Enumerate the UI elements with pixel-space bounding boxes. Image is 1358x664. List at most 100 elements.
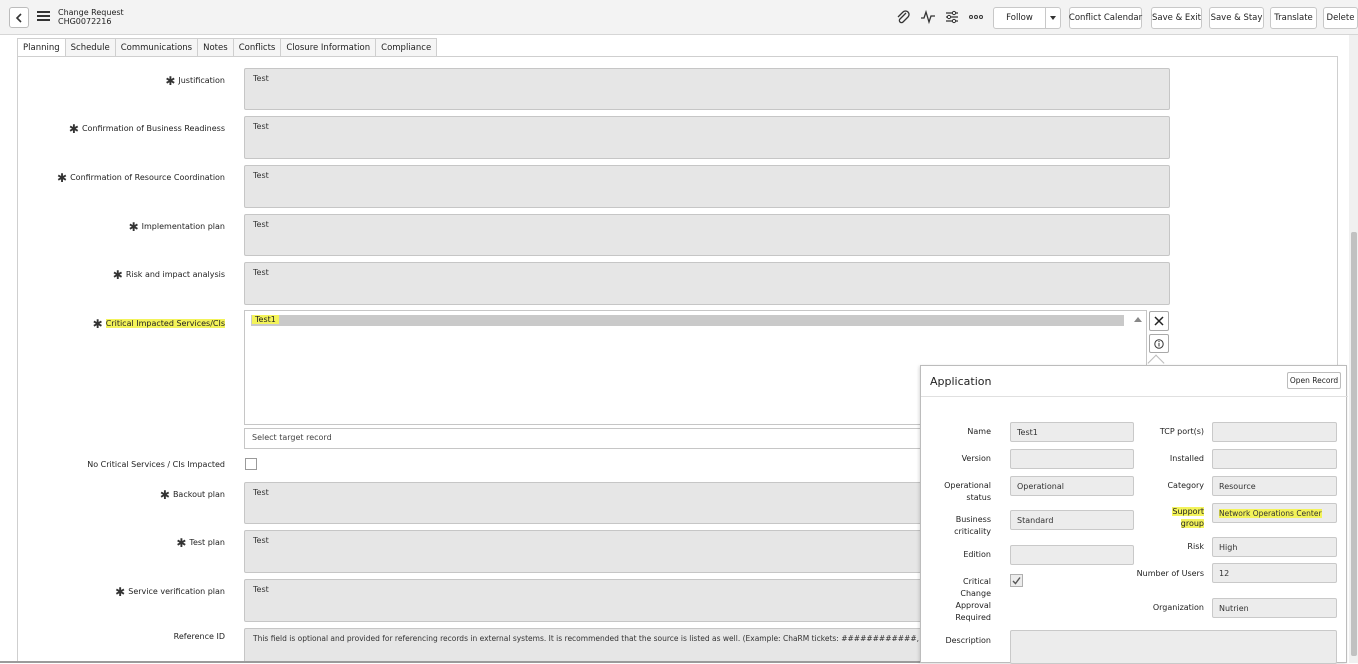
risk-impact-field[interactable]: Test: [244, 262, 1170, 305]
popup-divider: [921, 396, 1348, 397]
required-icon: ✱: [57, 171, 68, 185]
required-icon: ✱: [159, 488, 170, 502]
number-of-users-label: Number of Users: [1136, 569, 1204, 578]
record-type: Change Request: [58, 8, 124, 17]
save-exit-button[interactable]: Save & Exit: [1151, 7, 1202, 29]
required-icon: ✱: [112, 268, 123, 282]
operational-status-field: Operational: [1010, 476, 1134, 496]
service-verification-field[interactable]: Test: [244, 579, 924, 622]
conflict-calendar-button[interactable]: Conflict Calendar: [1069, 7, 1142, 29]
no-critical-checkbox[interactable]: [245, 458, 257, 470]
edition-field: [1010, 545, 1134, 565]
version-field: [1010, 449, 1134, 469]
paperclip-icon[interactable]: [895, 9, 911, 25]
application-preview-popup: Application Open Record Name Test1 Versi…: [920, 365, 1348, 664]
business-readiness-label: ✱ Confirmation of Business Readiness: [68, 122, 225, 136]
select-target-record-input[interactable]: Select target record: [244, 428, 924, 449]
risk-field: High: [1212, 537, 1337, 557]
panel-border: [1337, 56, 1338, 366]
record-title: Change Request CHG0072216: [58, 8, 124, 26]
open-record-button[interactable]: Open Record: [1287, 372, 1341, 389]
resource-coordination-field[interactable]: Test: [244, 165, 1170, 208]
list-item-selected-row[interactable]: [251, 315, 1124, 326]
required-icon: ✱: [68, 122, 79, 136]
critical-change-approval-label: Critical Change Approval Required: [955, 577, 991, 622]
info-icon: [1154, 338, 1164, 349]
critical-change-approval-checkbox: [1010, 574, 1023, 587]
business-criticality-label: Business criticality: [954, 515, 991, 536]
tab-compliance[interactable]: Compliance: [376, 38, 438, 57]
backout-plan-field[interactable]: Test: [244, 482, 924, 524]
record-number: CHG0072216: [58, 17, 112, 26]
settings-sliders-icon[interactable]: [944, 9, 960, 25]
tab-communications[interactable]: Communications: [115, 38, 199, 57]
service-verification-label: ✱ Service verification plan: [115, 585, 225, 599]
panel-border: [17, 56, 1338, 57]
form-header: Change Request CHG0072216 Follow Conflic…: [0, 0, 1358, 35]
section-tabs: Planning Schedule Communications Notes C…: [17, 38, 438, 57]
follow-dropdown-button[interactable]: [1045, 7, 1061, 29]
organization-label: Organization: [1152, 603, 1204, 612]
page-scrollbar-thumb[interactable]: [1351, 232, 1357, 656]
implementation-plan-label: ✱ Implementation plan: [128, 220, 225, 234]
reference-id-field[interactable]: This field is optional and provided for …: [244, 628, 924, 663]
version-label: Version: [961, 454, 991, 463]
chevron-down-icon: [1050, 16, 1056, 20]
delete-button[interactable]: Delete: [1323, 7, 1358, 29]
tab-schedule[interactable]: Schedule: [65, 38, 116, 57]
back-button[interactable]: [9, 7, 29, 28]
required-icon: ✱: [92, 317, 103, 331]
info-button[interactable]: [1149, 334, 1169, 353]
no-critical-label: No Critical Services / CIs Impacted: [87, 460, 225, 469]
more-icon[interactable]: [968, 9, 984, 25]
name-label: Name: [967, 427, 991, 436]
required-icon: ✱: [115, 585, 126, 599]
tcp-ports-label: TCP port(s): [1159, 427, 1204, 436]
hamburger-menu-icon[interactable]: [37, 11, 50, 22]
name-field: Test1: [1010, 422, 1134, 442]
support-group-label: Support group: [1172, 507, 1204, 528]
installed-field: [1212, 449, 1337, 469]
popup-title: Application: [930, 375, 992, 388]
description-field: [1010, 630, 1337, 664]
panel-border: [17, 56, 18, 663]
resource-coordination-label: ✱ Confirmation of Resource Coordination: [57, 171, 225, 185]
tab-notes[interactable]: Notes: [198, 38, 234, 57]
justification-label: ✱ Justification: [165, 74, 225, 88]
follow-button[interactable]: Follow: [993, 7, 1046, 29]
close-icon: [1154, 316, 1164, 326]
test-plan-field[interactable]: Test: [244, 530, 924, 573]
number-of-users-field: 12: [1212, 563, 1337, 583]
translate-button[interactable]: Translate: [1270, 7, 1317, 29]
checkmark-icon: [1012, 577, 1021, 585]
business-readiness-field[interactable]: Test: [244, 116, 1170, 159]
support-group-field: Network Operations Center: [1212, 503, 1337, 523]
justification-field[interactable]: Test: [244, 68, 1170, 110]
remove-item-button[interactable]: [1149, 311, 1169, 331]
organization-field: Nutrien: [1212, 598, 1337, 618]
test-plan-label: ✱ Test plan: [176, 536, 225, 550]
reference-id-label: Reference ID: [173, 632, 225, 641]
save-stay-button[interactable]: Save & Stay: [1209, 7, 1264, 29]
required-icon: ✱: [176, 536, 187, 550]
implementation-plan-field[interactable]: Test: [244, 214, 1170, 256]
required-icon: ✱: [165, 74, 176, 88]
edition-label: Edition: [963, 550, 991, 559]
description-label: Description: [945, 636, 991, 645]
tab-conflicts[interactable]: Conflicts: [233, 38, 282, 57]
operational-status-label: Operational status: [944, 481, 991, 502]
tab-closure-information[interactable]: Closure Information: [281, 38, 377, 57]
risk-impact-label: ✱ Risk and impact analysis: [112, 268, 225, 282]
activity-icon[interactable]: [920, 9, 936, 25]
category-field: Resource: [1212, 476, 1337, 496]
category-label: Category: [1167, 481, 1204, 490]
business-criticality-field: Standard: [1010, 510, 1134, 530]
back-icon: [15, 12, 22, 23]
installed-label: Installed: [1169, 454, 1204, 463]
required-icon: ✱: [128, 220, 139, 234]
tcp-ports-field: [1212, 422, 1337, 442]
list-item[interactable]: Test1: [252, 315, 279, 324]
tab-planning[interactable]: Planning: [17, 38, 66, 57]
backout-plan-label: ✱ Backout plan: [159, 488, 225, 502]
risk-label: Risk: [1187, 542, 1204, 551]
